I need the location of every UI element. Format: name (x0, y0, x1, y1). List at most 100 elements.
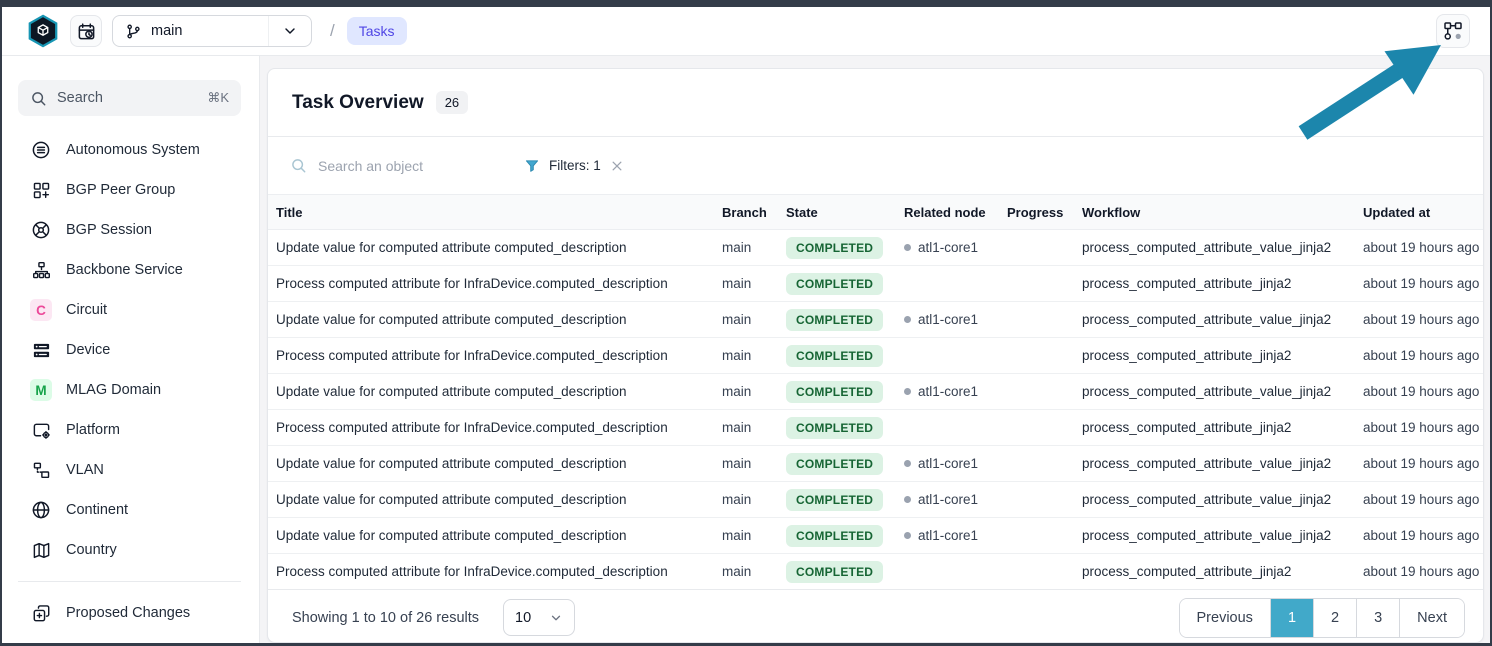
updated-at-cell: about 19 hours ago (1355, 518, 1484, 554)
progress-cell (999, 410, 1074, 446)
window-border-top (0, 0, 1492, 7)
workflow-cell: process_computed_attribute_value_jinja2 (1074, 302, 1355, 338)
calendar-clock-icon (77, 22, 96, 41)
workflow-cell: process_computed_attribute_value_jinja2 (1074, 374, 1355, 410)
pagination-previous-button[interactable]: Previous (1180, 599, 1270, 637)
active-filters[interactable]: Filters: 1 (524, 158, 624, 174)
task-title-cell: Update value for computed attribute comp… (268, 302, 714, 338)
sidebar-item-label: BGP Session (66, 222, 152, 238)
branch-cell: main (714, 302, 778, 338)
sidebar-item-circuit[interactable]: C Circuit (18, 290, 241, 330)
table-row[interactable]: Update value for computed attribute comp… (268, 302, 1484, 338)
workflow-cell: process_computed_attribute_jinja2 (1074, 338, 1355, 374)
sidebar-item-continent[interactable]: Continent (18, 490, 241, 530)
related-node-cell (896, 410, 999, 446)
table-row[interactable]: Update value for computed attribute comp… (268, 230, 1484, 266)
sidebar-item-bgp-peer-group[interactable]: BGP Peer Group (18, 170, 241, 210)
sidebar-item-mlag-domain[interactable]: M MLAG Domain (18, 370, 241, 410)
page-size-select[interactable]: 10 (503, 599, 575, 636)
tasks-table: TitleBranchStateRelated nodeProgressWork… (268, 194, 1484, 589)
status-badge: COMPLETED (786, 273, 883, 295)
related-node-name: atl1-core1 (918, 240, 978, 255)
table-row[interactable]: Update value for computed attribute comp… (268, 482, 1484, 518)
sidebar-item-platform[interactable]: Platform (18, 410, 241, 450)
clear-filters-icon[interactable] (610, 159, 624, 173)
infrahub-logo[interactable] (26, 14, 60, 48)
table-row[interactable]: Process computed attribute for InfraDevi… (268, 266, 1484, 302)
sidebar-item-autonomous-system[interactable]: Autonomous System (18, 130, 241, 170)
workflow-cell: process_computed_attribute_jinja2 (1074, 554, 1355, 590)
column-header-progress: Progress (999, 195, 1074, 230)
object-search-input[interactable] (316, 157, 480, 175)
state-cell: COMPLETED (778, 554, 896, 590)
table-row[interactable]: Update value for computed attribute comp… (268, 518, 1484, 554)
letter-c-badge-icon: C (30, 299, 52, 321)
task-title-cell: Update value for computed attribute comp… (268, 518, 714, 554)
sidebar-item-label: Backbone Service (66, 262, 183, 278)
sidebar-search-placeholder: Search (57, 90, 103, 106)
status-badge: COMPLETED (786, 489, 883, 511)
progress-cell (999, 554, 1074, 590)
updated-at-cell: about 19 hours ago (1355, 302, 1484, 338)
updated-at-cell: about 19 hours ago (1355, 266, 1484, 302)
letter-m-badge-icon: M (30, 379, 52, 401)
pagination-page-1[interactable]: 1 (1270, 599, 1313, 637)
sidebar-item-backbone-service[interactable]: Backbone Service (18, 250, 241, 290)
circle-lines-icon (30, 139, 52, 161)
sidebar-divider (18, 581, 241, 582)
table-row[interactable]: Update value for computed attribute comp… (268, 446, 1484, 482)
filters-label: Filters: 1 (549, 158, 601, 173)
sidebar-item-vlan[interactable]: VLAN (18, 450, 241, 490)
sidebar-search[interactable]: Search ⌘K (18, 80, 241, 116)
time-travel-button[interactable] (70, 15, 102, 47)
task-title-cell: Update value for computed attribute comp… (268, 374, 714, 410)
sidebar-item-label: Continent (66, 502, 128, 518)
wheel-icon (30, 219, 52, 241)
table-row[interactable]: Process computed attribute for InfraDevi… (268, 338, 1484, 374)
server-icon (30, 339, 52, 361)
hexagon-logo-icon (26, 14, 60, 48)
related-node-cell (896, 266, 999, 302)
sidebar-item-country[interactable]: Country (18, 530, 241, 570)
schema-visualizer-button[interactable] (1436, 14, 1470, 48)
state-cell: COMPLETED (778, 338, 896, 374)
updated-at-cell: about 19 hours ago (1355, 446, 1484, 482)
status-badge: COMPLETED (786, 417, 883, 439)
breadcrumb-tasks[interactable]: Tasks (347, 17, 407, 45)
table-row[interactable]: Process computed attribute for InfraDevi… (268, 410, 1484, 446)
progress-cell (999, 302, 1074, 338)
state-cell: COMPLETED (778, 374, 896, 410)
progress-cell (999, 482, 1074, 518)
branch-selector-caret[interactable] (268, 16, 311, 46)
object-search (282, 157, 498, 175)
results-summary: Showing 1 to 10 of 26 results (292, 610, 479, 626)
state-cell: COMPLETED (778, 446, 896, 482)
table-header-row: TitleBranchStateRelated nodeProgressWork… (268, 195, 1484, 230)
table-footer: Showing 1 to 10 of 26 results 10 Previou… (268, 589, 1483, 643)
pagination-page-2[interactable]: 2 (1313, 599, 1356, 637)
sidebar-item-device[interactable]: Device (18, 330, 241, 370)
branch-cell: main (714, 482, 778, 518)
page-size-value: 10 (515, 610, 531, 626)
node-dot-icon (904, 388, 911, 395)
search-icon (290, 157, 307, 174)
related-node-cell: atl1-core1 (896, 518, 999, 554)
sidebar-item-proposed-changes[interactable]: Proposed Changes (18, 593, 241, 633)
pagination-page-3[interactable]: 3 (1356, 599, 1399, 637)
sidebar-item-bgp-session[interactable]: BGP Session (18, 210, 241, 250)
related-node-name: atl1-core1 (918, 312, 978, 327)
status-badge: COMPLETED (786, 237, 883, 259)
related-node-cell (896, 338, 999, 374)
node-dot-icon (904, 532, 911, 539)
workflow-cell: process_computed_attribute_value_jinja2 (1074, 482, 1355, 518)
network-icon (30, 459, 52, 481)
table-row[interactable]: Update value for computed attribute comp… (268, 374, 1484, 410)
pagination-next-button[interactable]: Next (1399, 599, 1464, 637)
status-badge: COMPLETED (786, 525, 883, 547)
status-badge: COMPLETED (786, 381, 883, 403)
related-node-cell: atl1-core1 (896, 446, 999, 482)
window-border-left (0, 0, 2, 646)
branch-selector[interactable]: main (112, 15, 312, 47)
sidebar-item-label: BGP Peer Group (66, 182, 175, 198)
table-row[interactable]: Process computed attribute for InfraDevi… (268, 554, 1484, 590)
